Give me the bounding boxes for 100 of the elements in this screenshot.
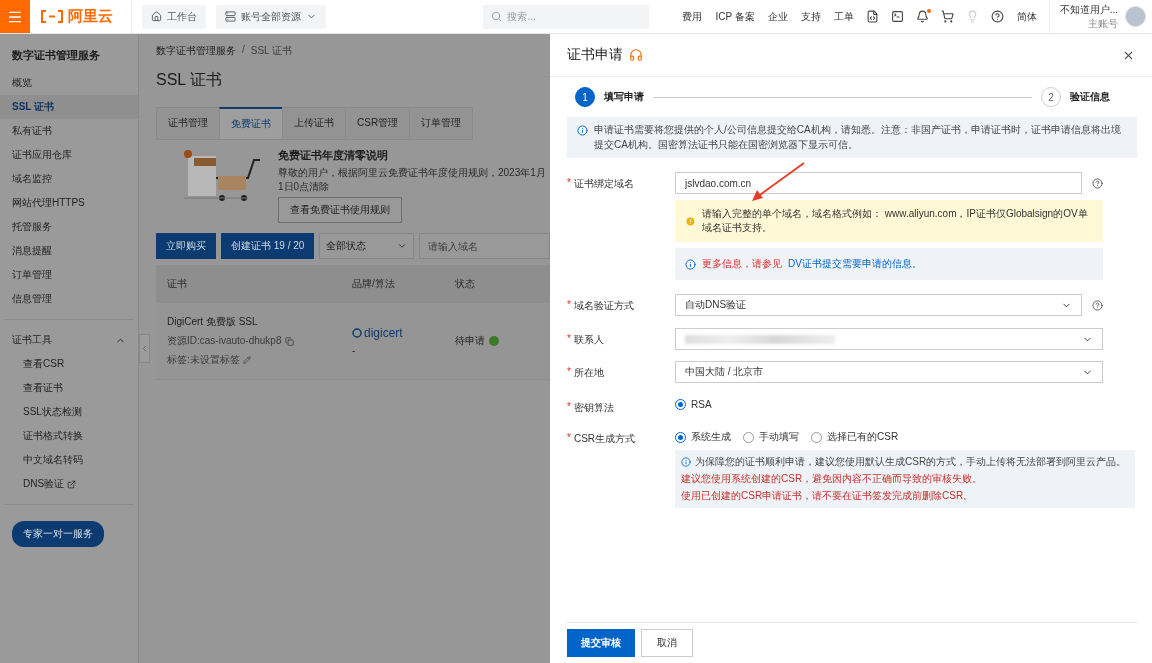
select-field[interactable]	[675, 328, 1103, 350]
logo-icon	[40, 10, 64, 23]
help-icon[interactable]	[990, 10, 1004, 23]
user-name[interactable]: 不知道用户...	[1059, 2, 1118, 17]
sidebar-item[interactable]: 托管服务	[0, 215, 138, 239]
help-icon[interactable]	[1092, 299, 1103, 311]
help-icon[interactable]	[1092, 177, 1103, 189]
nav-link[interactable]: ICP 备案	[715, 9, 755, 24]
expert-service-button[interactable]: 专家一对一服务	[12, 521, 104, 547]
page-title: SSL 证书	[156, 70, 224, 90]
sidebar-item[interactable]: 证书格式转换	[0, 424, 138, 448]
domain-input[interactable]: jslvdao.com.cn	[675, 172, 1082, 194]
info-link[interactable]: DV证书提交需要申请的信息。	[788, 257, 922, 271]
external-link-icon	[67, 479, 77, 489]
breadcrumb-separator: /	[242, 44, 245, 57]
sidebar-item[interactable]: 域名监控	[0, 167, 138, 191]
submit-button[interactable]: 提交审核	[567, 629, 635, 657]
sidebar-item[interactable]: 信息管理	[0, 287, 138, 311]
field-label: * 密钥算法	[567, 400, 615, 415]
sidebar-item[interactable]: 订单管理	[0, 263, 138, 287]
sidebar-item[interactable]: 查看CSR	[0, 352, 138, 376]
sidebar-item[interactable]: SSL 证书	[0, 95, 138, 119]
sidebar-item[interactable]: 网站代理HTTPS	[0, 191, 138, 215]
cancel-button[interactable]: 取消	[641, 629, 693, 657]
column-header: 状态	[455, 277, 476, 291]
server-icon	[225, 11, 236, 22]
required-mark: *	[567, 366, 571, 379]
user-role: 主账号	[1088, 16, 1118, 31]
select-field[interactable]: 自动DNS验证	[675, 294, 1082, 316]
tab[interactable]: CSR管理	[345, 107, 410, 140]
required-mark: *	[567, 432, 571, 445]
warning-text: 请输入完整的单个域名，域名格式例如： www.aliyun.com，IP证书仅Globalsign的OV单域名证书支持。	[702, 207, 1089, 235]
search-icon	[491, 11, 503, 22]
tab[interactable]: 免费证书	[219, 107, 282, 140]
field-label: * CSR生成方式	[567, 431, 637, 446]
resource-selector[interactable]: 账号全部资源	[216, 4, 326, 29]
chevron-down-icon	[397, 241, 408, 251]
info-text: 更多信息，请参见	[702, 257, 782, 271]
terminal-icon[interactable]	[890, 10, 904, 23]
nav-link[interactable]: 企业	[767, 9, 788, 24]
cart-icon[interactable]	[940, 10, 954, 23]
note-text: 使用已创建的CSR申请证书，请不要在证书签发完成前删除CSR。	[681, 489, 975, 503]
home-icon	[151, 11, 162, 22]
nav-link[interactable]: 工单	[833, 9, 854, 24]
column-header: 证书	[167, 277, 188, 291]
sidebar-group[interactable]: 证书工具	[0, 328, 138, 352]
domain-search-field[interactable]: 请输入域名	[419, 233, 550, 259]
rules-button[interactable]: 查看免费证书使用规则	[278, 197, 402, 223]
radio-option[interactable]: 手动填写	[743, 430, 799, 444]
notice-title: 免费证书年度清零说明	[278, 148, 389, 163]
sidebar-title: 数字证书管理服务	[11, 48, 101, 63]
algorithm-text: -	[352, 345, 357, 356]
buy-button[interactable]: 立即购买	[156, 233, 216, 259]
radio-option[interactable]: 选择已有的CSR	[811, 430, 899, 444]
nav-link[interactable]: 支持	[800, 9, 821, 24]
brand-logo: digicert	[352, 326, 455, 340]
sidebar-item[interactable]: 中文域名转码	[0, 448, 138, 472]
status-select[interactable]: 全部状态	[319, 233, 415, 259]
nav-link[interactable]: 费用	[682, 9, 703, 24]
code-icon[interactable]	[865, 10, 879, 23]
drawer-title: 证书申请	[567, 46, 623, 64]
resource-id: 资源ID:cas-ivauto-dhukp8	[167, 334, 282, 348]
note-text: 为保障您的证书顺利申请，建议您使用默认生成CSR的方式，手动上传将无法部署到阿里云产品。	[681, 455, 1129, 469]
info-icon	[681, 457, 691, 467]
headset-icon[interactable]	[629, 48, 643, 62]
breadcrumb-item[interactable]: 数字证书管理服务	[156, 44, 236, 58]
sidebar-item[interactable]: SSL状态检测	[0, 400, 138, 424]
radio-option[interactable]: 系统生成	[675, 430, 731, 444]
tab[interactable]: 证书管理	[156, 107, 219, 140]
language-link[interactable]: 简体	[1016, 9, 1037, 24]
select-field[interactable]: 中国大陆 / 北京市	[675, 361, 1103, 383]
info-text: 申请证书需要将您提供的个人/公司信息提交给CA机构，请知悉。注意：非国产证书，申请证书时，证书申请信息将出境提交CA机构。国密算法证书只能在国密浏览器下显示可信。	[594, 123, 1122, 152]
info-icon	[577, 125, 588, 136]
certificate-name: DigiCert 免费版 SSL	[167, 315, 259, 329]
status-text: 待申请	[455, 334, 485, 348]
field-label: * 所在地	[567, 365, 605, 380]
radio-option[interactable]: RSA	[675, 399, 712, 410]
copy-icon[interactable]	[284, 336, 294, 346]
sidebar-item[interactable]: 查看证书	[0, 376, 138, 400]
required-mark: *	[567, 333, 571, 346]
create-button[interactable]: 创建证书 19 / 20	[221, 233, 315, 259]
required-mark: *	[567, 177, 571, 190]
workbench-button[interactable]: 工作台	[142, 4, 206, 29]
tab[interactable]: 上传证书	[282, 107, 345, 140]
collapse-handle[interactable]	[139, 334, 150, 363]
sidebar-item[interactable]: 私有证书	[0, 119, 138, 143]
sidebar-item[interactable]: DNS验证	[0, 472, 138, 496]
sidebar-item[interactable]: 证书应用仓库	[0, 143, 138, 167]
warning-icon	[685, 215, 696, 227]
menu-button[interactable]	[0, 0, 30, 33]
tag-text: 标签:未设置标签	[167, 353, 240, 367]
sidebar-item[interactable]: 消息提醒	[0, 239, 138, 263]
note-text: 建议您使用系统创建的CSR，避免因内容不正确而导致的审核失败。	[681, 472, 984, 486]
tab[interactable]: 订单管理	[409, 107, 474, 140]
bell-icon[interactable]	[915, 10, 929, 23]
sidebar-item[interactable]: 概览	[0, 71, 138, 95]
column-header: 品牌/算法	[352, 277, 396, 291]
step-number: 1	[575, 87, 595, 107]
info-icon	[685, 258, 696, 270]
notice-text: 尊敬的用户，根据阿里云免费证书年度使用规则，2023年1月1日0点清除	[278, 166, 547, 194]
